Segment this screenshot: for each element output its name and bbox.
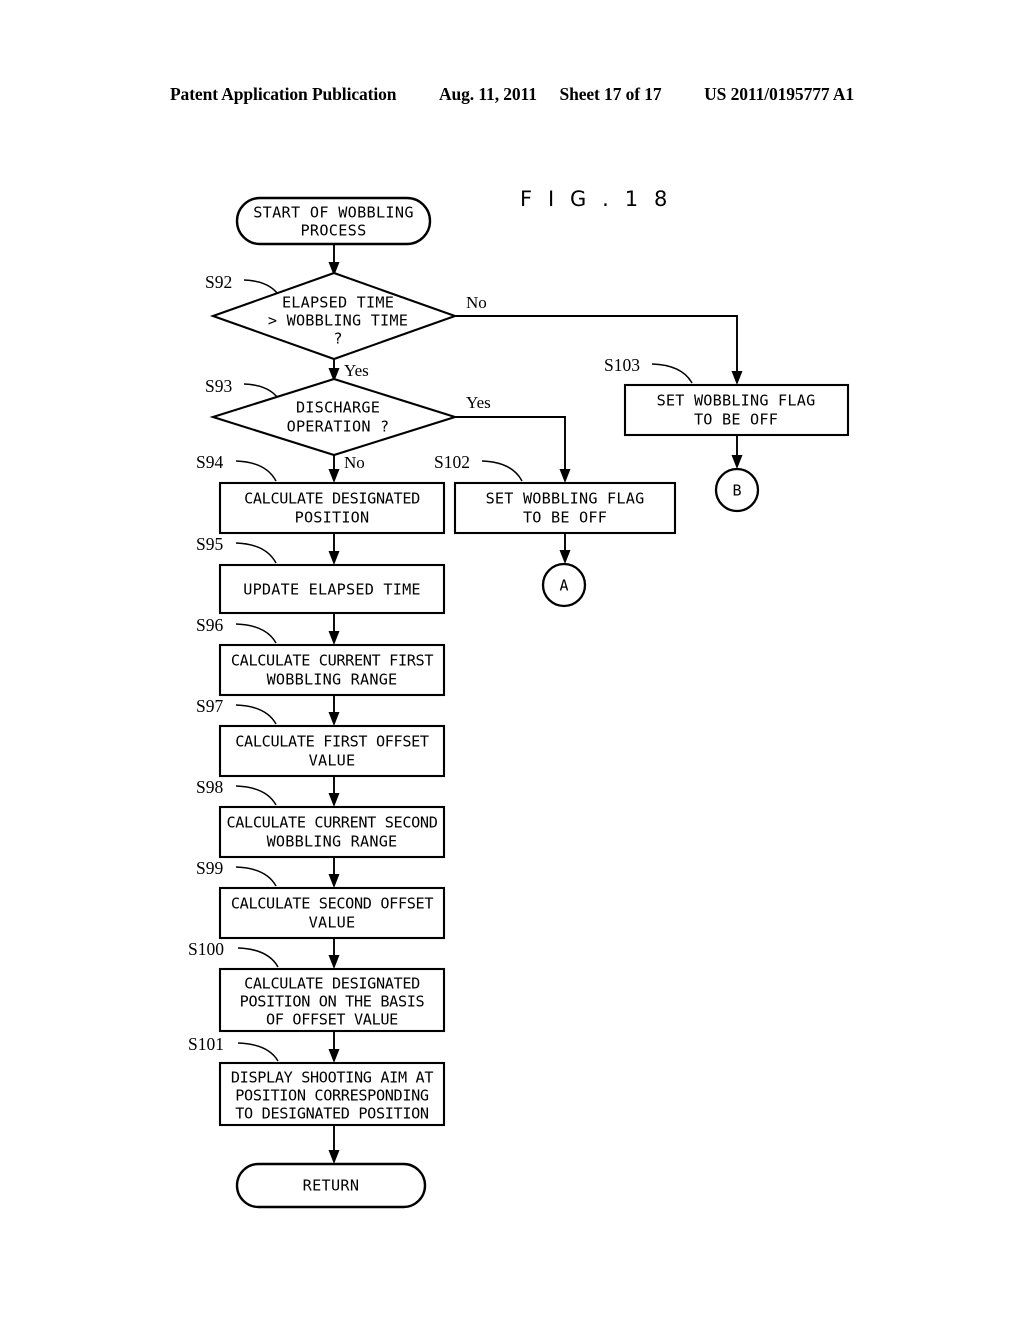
- process-s94-line-1: CALCULATE DESIGNATED: [244, 490, 420, 508]
- process-s103: SET WOBBLING FLAG TO BE OFF S103: [604, 355, 850, 437]
- arrowhead-s103-to-conn-b: [731, 455, 743, 469]
- leader-s103: [651, 363, 693, 384]
- arrowhead-s93-no-to-s94: [328, 469, 340, 483]
- arrowhead-s97-to-s98: [328, 793, 340, 807]
- process-s95-line-1: UPDATE ELAPSED TIME: [243, 581, 421, 599]
- connector-a: A: [541, 562, 587, 608]
- arrowhead-s95-to-s96: [328, 631, 340, 645]
- process-s101-line-2: POSITION CORRESPONDING: [235, 1087, 429, 1105]
- step-ref-s94: S94: [196, 452, 223, 472]
- step-ref-s92: S92: [205, 272, 232, 292]
- branch-label-s92-yes: Yes: [344, 361, 369, 380]
- process-s102: SET WOBBLING FLAG TO BE OFF S102: [434, 452, 677, 535]
- branch-label-s92-no: No: [466, 293, 487, 312]
- process-s98: CALCULATE CURRENT SECOND WOBBLING RANGE …: [196, 777, 446, 859]
- terminal-start: START OF WOBBLING PROCESS: [235, 196, 432, 246]
- arrowhead-s101-to-return: [328, 1150, 340, 1164]
- decision-s93: DISCHARGE OPERATION ? S93: [205, 376, 459, 457]
- terminal-start-line-2: PROCESS: [300, 222, 366, 240]
- step-ref-s95: S95: [196, 534, 223, 554]
- process-s103-line-2: TO BE OFF: [694, 411, 778, 429]
- connector-b: B: [714, 467, 760, 513]
- step-ref-s100: S100: [188, 939, 224, 959]
- flowchart-svg: F I G . 1 8 START OF WOBBLING PROCESS EL…: [188, 187, 850, 1209]
- flowline-s92-no-to-s103: [455, 315, 738, 376]
- terminal-return: RETURN: [235, 1162, 427, 1209]
- leader-s98: [235, 785, 277, 806]
- decision-s93-line-1: DISCHARGE: [296, 399, 380, 417]
- process-s99-line-2: VALUE: [309, 914, 356, 932]
- arrowhead-s94-to-s95: [328, 551, 340, 565]
- arrowhead-s102-to-conn-a: [559, 550, 571, 564]
- decision-s92: ELAPSED TIME > WOBBLING TIME ? S92: [205, 271, 459, 361]
- process-s94: CALCULATE DESIGNATED POSITION S94: [196, 452, 446, 535]
- process-s96-line-1: CALCULATE CURRENT FIRST: [231, 652, 433, 670]
- step-ref-s98: S98: [196, 777, 223, 797]
- process-s100: CALCULATE DESIGNATED POSITION ON THE BAS…: [188, 939, 446, 1033]
- process-s101-line-3: TO DESIGNATED POSITION: [235, 1105, 429, 1123]
- leader-s99: [235, 866, 277, 887]
- process-s100-line-3: OF OFFSET VALUE: [266, 1011, 398, 1029]
- process-s98-line-2: WOBBLING RANGE: [267, 833, 398, 851]
- process-s97: CALCULATE FIRST OFFSET VALUE S97: [196, 696, 446, 778]
- arrowhead-s92-no-to-s103: [731, 371, 743, 385]
- process-s96-line-2: WOBBLING RANGE: [267, 671, 398, 689]
- step-ref-s103: S103: [604, 355, 640, 375]
- process-s99-line-1: CALCULATE SECOND OFFSET: [231, 895, 433, 913]
- step-ref-s97: S97: [196, 696, 223, 716]
- leader-s97: [235, 704, 277, 725]
- leader-s102: [481, 460, 523, 482]
- step-ref-s102: S102: [434, 452, 470, 472]
- process-s99: CALCULATE SECOND OFFSET VALUE S99: [196, 858, 446, 940]
- leader-s94: [235, 460, 277, 482]
- step-ref-s93: S93: [205, 376, 232, 396]
- process-s103-line-1: SET WOBBLING FLAG: [657, 392, 816, 410]
- connector-a-label: A: [559, 577, 568, 595]
- figure-title: F I G . 1 8: [520, 187, 672, 211]
- process-s101-line-1: DISPLAY SHOOTING AIM AT: [231, 1069, 433, 1087]
- step-ref-s99: S99: [196, 858, 223, 878]
- branch-label-s93-no: No: [344, 453, 365, 472]
- arrowhead-s99-to-s100: [328, 955, 340, 969]
- connector-b-label: B: [732, 482, 741, 500]
- process-s98-line-1: CALCULATE CURRENT SECOND: [226, 814, 437, 832]
- decision-s92-line-3: ?: [333, 330, 342, 348]
- terminal-start-line-1: START OF WOBBLING: [253, 204, 414, 222]
- process-s101: DISPLAY SHOOTING AIM AT POSITION CORRESP…: [188, 1034, 446, 1127]
- process-s94-line-2: POSITION: [295, 509, 370, 527]
- patent-sheet: Patent Application Publication Aug. 11, …: [0, 0, 1024, 1320]
- branch-label-s93-yes: Yes: [466, 393, 491, 412]
- decision-s93-line-2: OPERATION ?: [287, 418, 390, 436]
- process-s102-line-2: TO BE OFF: [523, 509, 607, 527]
- leader-s95: [235, 542, 277, 564]
- process-s95: UPDATE ELAPSED TIME S95: [196, 534, 446, 615]
- step-ref-s101: S101: [188, 1034, 224, 1054]
- decision-s92-line-2: > WOBBLING TIME: [268, 312, 408, 330]
- arrowhead-s98-to-s99: [328, 874, 340, 888]
- process-s96: CALCULATE CURRENT FIRST WOBBLING RANGE S…: [196, 615, 446, 697]
- figure-container: F I G . 1 8 START OF WOBBLING PROCESS EL…: [0, 0, 1024, 1320]
- decision-s92-line-1: ELAPSED TIME: [282, 294, 394, 312]
- process-s100-line-2: POSITION ON THE BASIS: [240, 993, 425, 1011]
- process-s102-line-1: SET WOBBLING FLAG: [486, 490, 645, 508]
- process-s97-line-2: VALUE: [309, 752, 356, 770]
- leader-s101: [237, 1042, 279, 1062]
- arrowhead-s93-yes-to-s102: [559, 469, 571, 483]
- flowline-s93-yes-to-s102: [455, 416, 566, 474]
- process-s100-line-1: CALCULATE DESIGNATED: [244, 975, 420, 993]
- leader-s100: [237, 947, 279, 968]
- step-ref-s96: S96: [196, 615, 223, 635]
- terminal-return-label: RETURN: [303, 1177, 360, 1195]
- arrowhead-s100-to-s101: [328, 1049, 340, 1063]
- arrowhead-s96-to-s97: [328, 712, 340, 726]
- process-s97-line-1: CALCULATE FIRST OFFSET: [235, 733, 429, 751]
- leader-s96: [235, 623, 277, 644]
